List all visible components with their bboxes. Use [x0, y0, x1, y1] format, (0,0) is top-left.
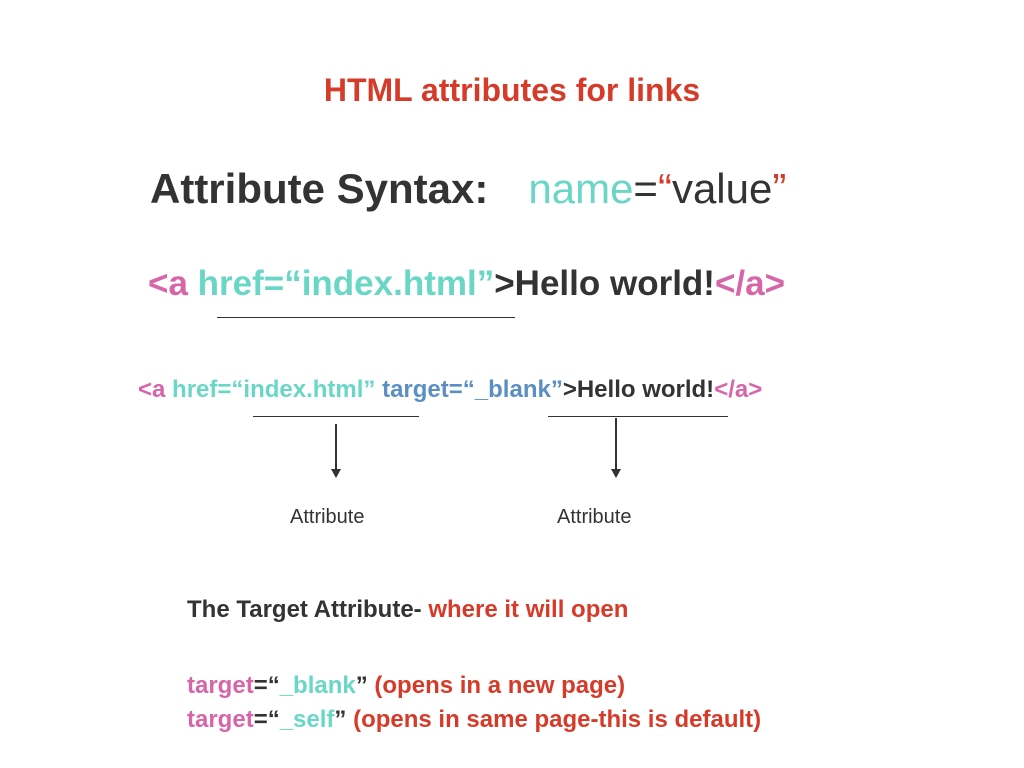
- arrow-down-icon: [615, 418, 617, 470]
- heading-note: where it will open: [428, 596, 629, 623]
- target-key: target: [187, 672, 254, 699]
- open-quote: “: [267, 672, 280, 699]
- target-key: target: [187, 706, 254, 733]
- target-underline: [548, 416, 728, 417]
- close-quote: ”: [334, 706, 347, 733]
- syntax-open-quote: “: [657, 165, 672, 212]
- href-attribute: href=“index.html”: [197, 264, 495, 303]
- link-text: Hello world!: [576, 376, 715, 403]
- close-bracket: >: [562, 376, 577, 403]
- target-self-line: target=“_self” (opens in same page-this …: [187, 706, 761, 734]
- end-tag: </a>: [714, 264, 786, 303]
- attribute-label-right: Attribute: [557, 506, 632, 528]
- target-value: _self: [279, 706, 335, 733]
- target-equals: =: [253, 706, 268, 733]
- syntax-label: Attribute Syntax:: [150, 165, 489, 212]
- attribute-syntax-line: Attribute Syntax: name=“value”: [150, 165, 786, 213]
- target-value: _blank: [279, 672, 356, 699]
- target-note: (opens in same page-this is default): [353, 706, 762, 733]
- heading-text: The Target Attribute-: [187, 596, 422, 623]
- arrow-head-icon: [331, 469, 341, 478]
- href-underline: [253, 416, 419, 417]
- syntax-name: name: [528, 165, 634, 212]
- href-attribute: href=“index.html”: [172, 376, 376, 403]
- slide-title: HTML attributes for links: [323, 72, 701, 108]
- target-attribute: target=“_blank”: [382, 376, 563, 403]
- target-attribute-heading: The Target Attribute- where it will open: [187, 596, 628, 624]
- target-blank-line: target=“_blank” (opens in a new page): [187, 672, 625, 700]
- end-tag: </a>: [714, 376, 763, 403]
- close-bracket: >: [494, 264, 515, 303]
- close-quote: ”: [355, 672, 368, 699]
- open-tag: <a: [148, 264, 188, 303]
- attribute-label-left: Attribute: [290, 506, 365, 528]
- syntax-equals: =: [633, 165, 658, 212]
- syntax-close-quote: ”: [772, 165, 787, 212]
- target-note: (opens in a new page): [374, 672, 626, 699]
- arrow-head-icon: [611, 469, 621, 478]
- arrow-down-icon: [335, 424, 337, 470]
- code-example-target: <a href=“index.html” target=“_blank”>Hel…: [138, 376, 762, 404]
- open-tag: <a: [138, 376, 166, 403]
- link-text: Hello world!: [514, 264, 715, 303]
- code-example-simple: <a href=“index.html”>Hello world!</a>: [148, 264, 785, 304]
- syntax-value: value: [671, 165, 773, 212]
- href-underline: [217, 317, 515, 318]
- target-equals: =: [253, 672, 268, 699]
- open-quote: “: [267, 706, 280, 733]
